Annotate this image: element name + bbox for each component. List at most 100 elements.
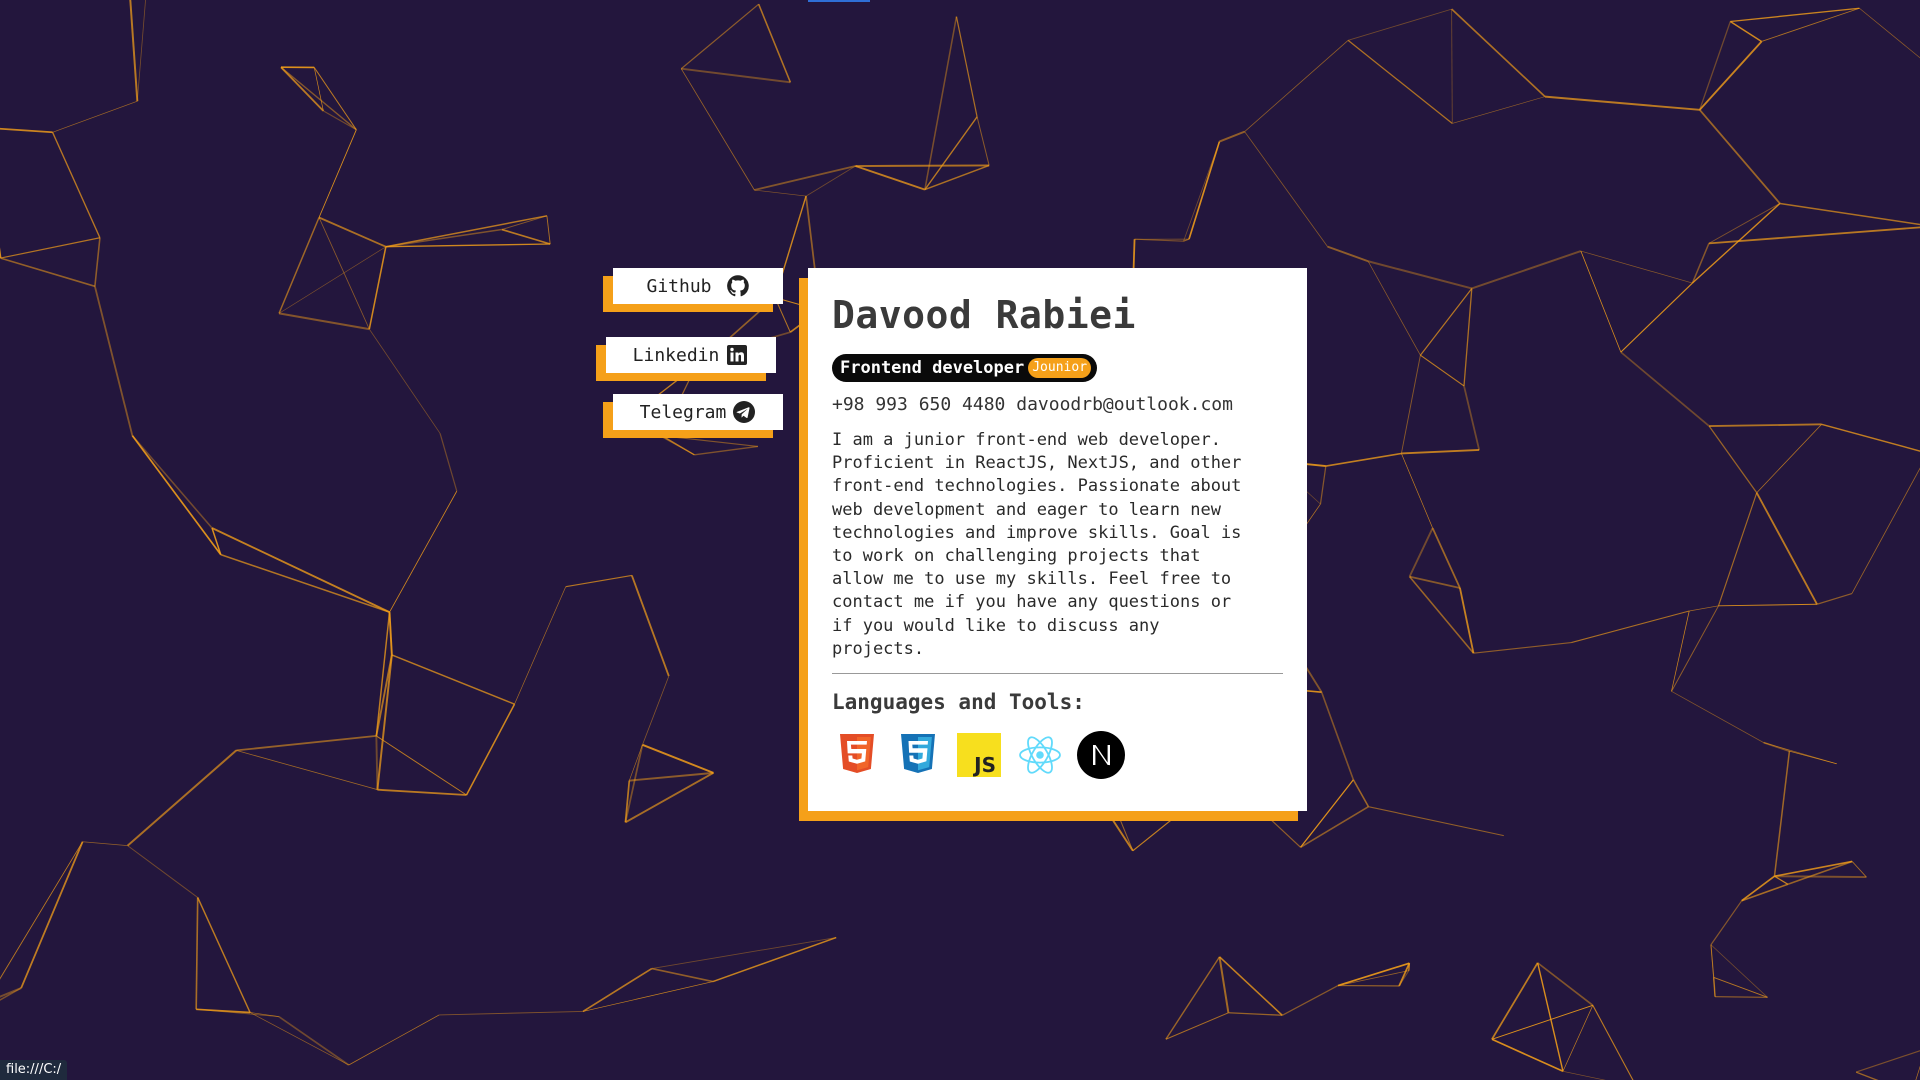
- javascript-icon: JS: [957, 733, 1001, 778]
- network-line: [376, 735, 467, 796]
- network-line: [680, 68, 755, 191]
- status-bar-url: file:///C:/: [0, 1060, 68, 1080]
- network-line: [136, 0, 146, 102]
- network-line: [1337, 962, 1410, 987]
- network-line: [388, 612, 393, 655]
- network-line: [197, 897, 251, 1013]
- network-line: [1337, 970, 1409, 986]
- network-line: [1699, 21, 1731, 111]
- network-line: [754, 189, 807, 197]
- network-line: [0, 841, 83, 980]
- network-line: [1708, 203, 1781, 244]
- network-line: [1763, 742, 1837, 765]
- network-line: [1400, 355, 1421, 454]
- network-line: [1165, 956, 1221, 1040]
- network-line: [20, 841, 84, 989]
- phone-number: +98 993 650 4480: [832, 394, 1006, 415]
- network-line: [924, 116, 978, 191]
- network-line: [1401, 449, 1480, 455]
- network-line: [681, 67, 791, 84]
- network-line: [1710, 944, 1716, 997]
- network-line: [1787, 860, 1853, 886]
- network-line: [94, 237, 101, 287]
- top-accent-bar: [808, 0, 870, 2]
- network-line: [385, 228, 503, 248]
- network-line: [1717, 492, 1758, 607]
- html5-icon: [840, 734, 874, 774]
- network-line: [1708, 226, 1920, 245]
- network-line: [1491, 962, 1539, 1040]
- network-line: [1320, 691, 1355, 781]
- network-line: [1671, 605, 1719, 692]
- network-line: [129, 0, 139, 102]
- network-line: [642, 675, 670, 745]
- network-line: [855, 165, 926, 191]
- network-line: [1698, 40, 1763, 111]
- network-line: [318, 217, 370, 330]
- network-line: [1620, 351, 1710, 427]
- network-line: [249, 1012, 349, 1066]
- network-line: [278, 312, 370, 331]
- github-label: Github: [646, 275, 712, 297]
- network-line: [368, 246, 387, 330]
- network-line: [546, 215, 551, 245]
- network-line: [1463, 288, 1473, 386]
- network-line: [501, 228, 551, 245]
- network-line: [1325, 452, 1402, 467]
- network-line: [126, 749, 237, 847]
- network-line: [323, 110, 357, 131]
- network-line: [0, 841, 83, 979]
- network-line: [1741, 883, 1789, 902]
- network-line: [1491, 1038, 1564, 1073]
- email-address: davoodrb@outlook.com: [1016, 394, 1233, 415]
- network-line: [236, 735, 377, 752]
- github-button[interactable]: Github: [613, 268, 783, 304]
- contact-line: +98 993 650 4480 davoodrb@outlook.com: [832, 394, 1283, 415]
- react-icon: [1019, 736, 1061, 774]
- network-line: [1671, 610, 1690, 692]
- linkedin-button[interactable]: Linkedin: [606, 337, 776, 373]
- network-line: [1710, 900, 1743, 946]
- telegram-icon: [733, 401, 756, 423]
- network-line: [1851, 861, 1867, 878]
- github-icon: [726, 275, 749, 297]
- network-line: [565, 574, 632, 588]
- level-badge: Jounior: [1028, 358, 1092, 378]
- network-line: [680, 3, 760, 70]
- network-line: [280, 66, 357, 131]
- network-line: [1718, 603, 1818, 607]
- telegram-label: Telegram: [639, 401, 727, 423]
- network-line: [805, 165, 856, 197]
- network-line: [1821, 423, 1920, 452]
- network-line: [1756, 424, 1822, 494]
- network-line: [924, 16, 958, 190]
- network-line: [1698, 109, 1781, 205]
- network-line: [1774, 875, 1867, 879]
- network-line: [1708, 425, 1758, 494]
- network-line: [82, 841, 128, 847]
- network-line: [624, 744, 644, 823]
- network-line: [630, 575, 670, 677]
- network-line: [1544, 95, 1700, 111]
- network-line: [51, 131, 101, 239]
- tools-title: Languages and Tools:: [832, 690, 1085, 715]
- network-line: [195, 897, 199, 1010]
- network-line: [211, 527, 390, 613]
- network-line: [1709, 423, 1822, 428]
- profile-card: Davood Rabiei Frontend developer Jounior…: [808, 268, 1307, 811]
- telegram-button[interactable]: Telegram: [613, 394, 783, 430]
- network-line: [1398, 970, 1410, 987]
- network-line: [1408, 527, 1434, 578]
- network-line: [1244, 131, 1328, 247]
- network-line: [712, 936, 837, 983]
- network-line: [1562, 1070, 1606, 1080]
- network-line: [1452, 96, 1546, 124]
- network-line: [465, 703, 516, 796]
- network-line: [1188, 141, 1221, 240]
- network-line: [1710, 944, 1768, 998]
- network-line: [1420, 354, 1465, 387]
- tools-row: JS: [832, 730, 1283, 780]
- network-line: [385, 243, 551, 248]
- network-line: [318, 216, 387, 248]
- network-line: [391, 654, 515, 705]
